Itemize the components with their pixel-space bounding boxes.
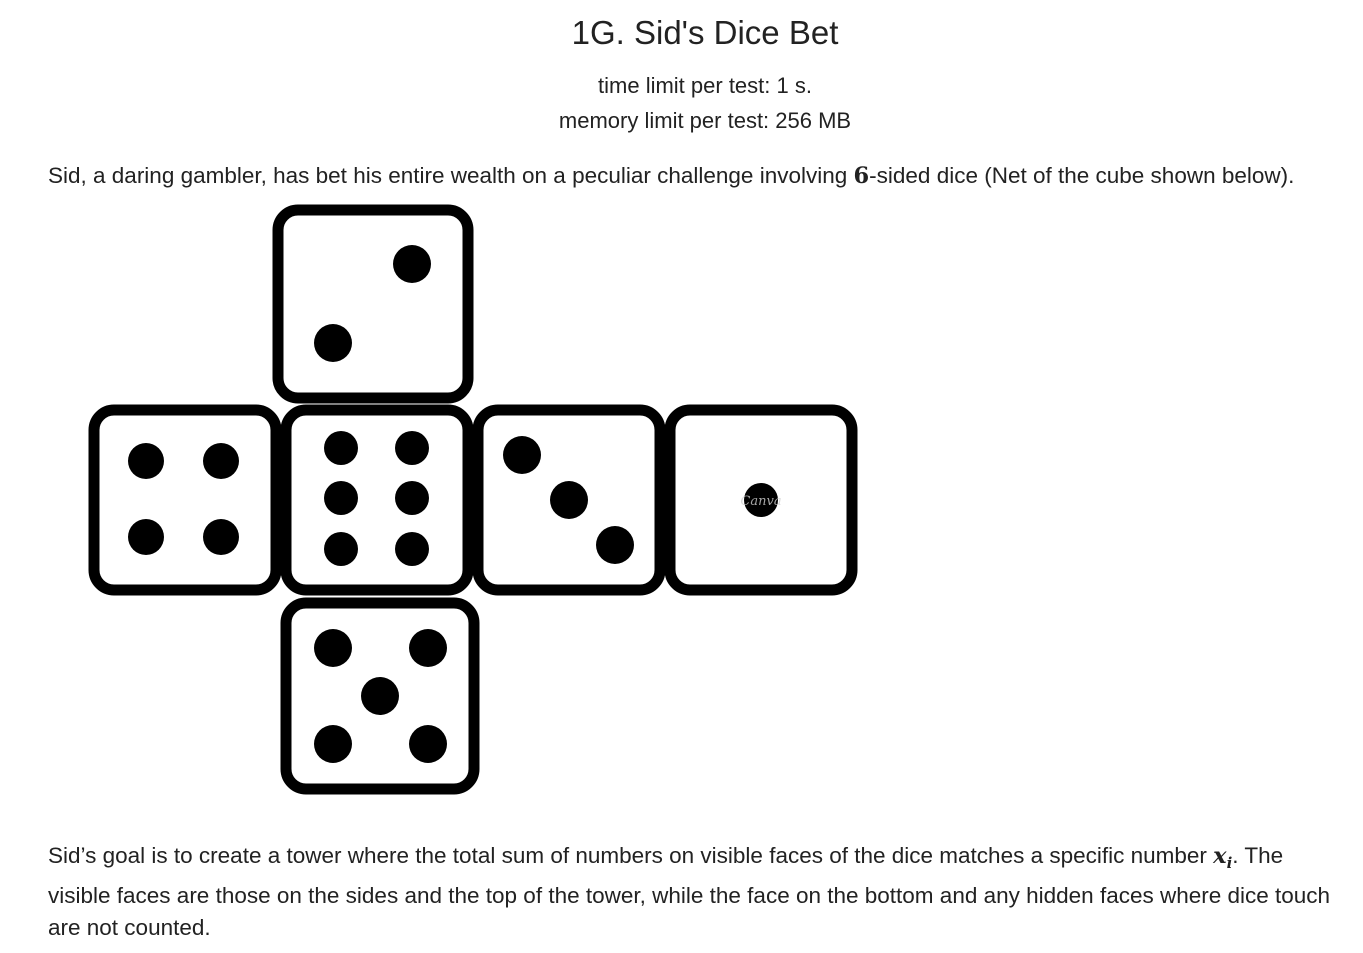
pip	[203, 443, 239, 479]
pip	[395, 431, 429, 465]
pip	[395, 532, 429, 566]
time-limit: time limit per test: 1 s.	[598, 73, 812, 98]
pip	[550, 481, 588, 519]
math-var-x: x	[1213, 843, 1227, 869]
die-face-three	[472, 404, 666, 596]
pip	[128, 519, 164, 555]
intro-text-before: Sid, a daring gambler, has bet his entir…	[48, 163, 854, 188]
pip	[395, 481, 429, 515]
memory-limit: memory limit per test: 256 MB	[558, 108, 852, 133]
pip	[393, 245, 431, 283]
pip	[409, 725, 447, 763]
die-face-four	[88, 404, 282, 596]
pip	[324, 481, 358, 515]
pip	[203, 519, 239, 555]
die-face-five	[280, 597, 480, 795]
goal-text-before: Sid’s goal is to create a tower where th…	[48, 843, 1214, 868]
math-variable-x-i: xi	[1213, 843, 1232, 872]
pip	[128, 443, 164, 479]
intro-text-after: -sided dice (Net of the cube shown below…	[869, 163, 1295, 188]
pip	[314, 725, 352, 763]
math-number-six: 6	[853, 163, 870, 189]
statement-intro: Sid, a daring gambler, has bet his entir…	[48, 160, 1338, 193]
die-face-two	[272, 204, 474, 404]
problem-title: 1G. Sid's Dice Bet	[571, 14, 839, 51]
pip	[324, 532, 358, 566]
statement-goal: Sid’s goal is to create a tower where th…	[48, 840, 1338, 945]
canva-watermark: Canva	[740, 494, 781, 509]
die-face-six	[280, 404, 474, 596]
pip	[361, 677, 399, 715]
pip	[314, 629, 352, 667]
pip	[324, 431, 358, 465]
pip	[596, 526, 634, 564]
pip	[503, 436, 541, 474]
pip	[409, 629, 447, 667]
die-face-one: Canva	[664, 404, 858, 596]
pip	[314, 324, 352, 362]
dice-net-figure: Canva	[88, 204, 858, 795]
